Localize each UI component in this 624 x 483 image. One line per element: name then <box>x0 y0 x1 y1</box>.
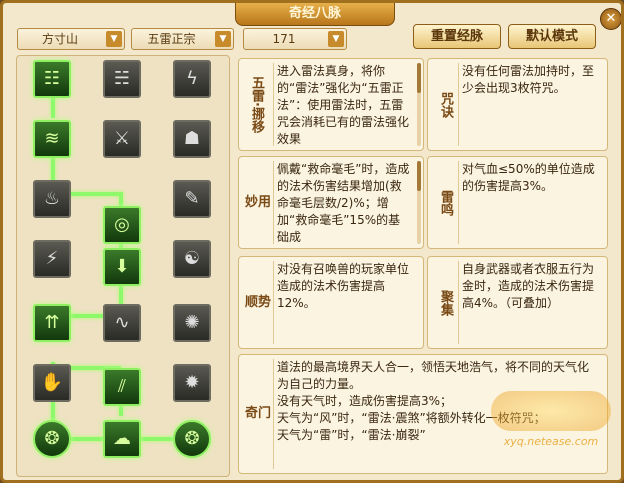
hand-icon: ✋ <box>40 372 64 393</box>
meridian-node[interactable]: ☯ <box>173 240 211 278</box>
scrollbar[interactable] <box>417 161 421 244</box>
gear-rune-icon: ✹ <box>184 372 200 393</box>
skill-card-zhoujue[interactable]: 咒诀 没有任何雷法加持时，至少会出现3枚符咒。 <box>427 58 608 151</box>
wind-rune-icon: ☷ <box>43 68 61 89</box>
lock-rune-icon: ☗ <box>183 128 201 149</box>
meridian-node[interactable]: ϟ <box>173 60 211 98</box>
lightning-rune-icon: ϟ <box>186 68 198 89</box>
meridian-node[interactable]: ☗ <box>173 120 211 158</box>
meridian-node[interactable]: ✺ <box>173 304 211 342</box>
skill-card-juji[interactable]: 聚集 自身武器或者衣服五行为金时，造成的法术伤害提高4%。（可叠加） <box>427 256 608 349</box>
meridian-node[interactable]: ⬇ <box>103 248 141 286</box>
swirl-icon: ◎ <box>114 214 130 235</box>
watermark-logo: xyq.netease.com <box>481 391 621 451</box>
flame-icon: ♨ <box>43 188 61 209</box>
sword-icon: ⚔ <box>113 128 131 149</box>
cloud-swirl-icon: ❂ <box>184 428 200 449</box>
meridian-node[interactable]: ☁ <box>103 420 141 458</box>
skill-card-label: 五雷·挪移 <box>249 76 264 133</box>
skill-card-description: 自身武器或者衣服五行为金时，造成的法术伤害提高4%。（可叠加） <box>462 262 595 310</box>
skill-card-label: 妙用 <box>244 194 271 210</box>
school-select[interactable]: 方寸山 ▼ <box>17 28 125 50</box>
meridian-node[interactable]: ❂ <box>173 420 211 458</box>
yin-yang-icon: ☯ <box>183 248 201 269</box>
skill-card-description: 对气血≤50%的单位造成的伤害提高3%。 <box>462 162 595 193</box>
meridian-node[interactable]: ❂ <box>33 420 71 458</box>
cloud-swirl-icon: ❂ <box>44 428 60 449</box>
level-select-value: 171 <box>272 32 296 46</box>
skill-card-description: 进入雷法真身，将你的“雷法”强化为“五雷正法”：使用雷法时，五雷咒会消耗已有的雷… <box>277 64 410 146</box>
meridian-node[interactable]: ⚔ <box>103 120 141 158</box>
branch-select[interactable]: 五雷正宗 ▼ <box>131 28 234 50</box>
wheel-icon: ✺ <box>184 312 200 333</box>
meridian-node[interactable]: ☵ <box>103 60 141 98</box>
thunder-bolt-icon: ⚡ <box>45 248 59 269</box>
branch-select-value: 五雷正宗 <box>147 32 196 46</box>
chevron-down-icon: ▼ <box>215 31 231 47</box>
meridian-node[interactable]: ✋ <box>33 364 71 402</box>
skill-card-description: 佩戴“救命毫毛”时，造成的法术伤害结果增加(救命毫毛层数/2)%；增加“救命毫毛… <box>277 162 410 244</box>
skill-card-label: 咒诀 <box>438 91 453 118</box>
meridian-node[interactable]: ◎ <box>103 206 141 244</box>
meridian-node[interactable]: ⚡ <box>33 240 71 278</box>
level-select[interactable]: 171 ▼ <box>243 28 347 50</box>
skill-card-description: 没有任何雷法加持时，至少会出现3枚符咒。 <box>462 64 595 95</box>
window-title: 奇经八脉 <box>235 3 395 26</box>
meridian-node[interactable]: ∿ <box>103 304 141 342</box>
feather-icon: ✎ <box>184 188 200 209</box>
close-button[interactable]: ✕ <box>600 8 621 30</box>
meridian-node[interactable]: ⇈ <box>33 304 71 342</box>
wave-icon: ∿ <box>114 312 130 333</box>
skill-card-label: 奇门 <box>244 406 271 421</box>
arrows-up-icon: ⇈ <box>44 312 60 333</box>
scrollbar[interactable] <box>417 63 421 146</box>
meridian-node[interactable]: ☷ <box>33 60 71 98</box>
chevron-down-icon: ▼ <box>106 31 122 47</box>
skill-card-leiming[interactable]: 雷鸣 对气血≤50%的单位造成的伤害提高3%。 <box>427 156 608 249</box>
school-select-value: 方寸山 <box>41 32 78 46</box>
default-mode-button[interactable]: 默认模式 <box>508 24 596 49</box>
meridian-node[interactable]: ⫽ <box>103 368 141 406</box>
arrow-down-icon: ⬇ <box>114 256 130 277</box>
talisman-icon: ≋ <box>44 128 60 149</box>
claw-icon: ⫽ <box>117 376 127 397</box>
skill-card-shunshi[interactable]: 顺势 对没有召唤兽的玩家单位造成的法术伤害提高12%。 <box>238 256 424 349</box>
close-icon: ✕ <box>605 11 617 26</box>
skill-card-wulei-nuoyi[interactable]: 五雷·挪移 进入雷法真身，将你的“雷法”强化为“五雷正法”：使用雷法时，五雷咒会… <box>238 58 424 151</box>
scroll-rune-icon: ☵ <box>113 68 131 89</box>
skill-card-label: 顺势 <box>244 294 271 310</box>
meridian-node[interactable]: ✎ <box>173 180 211 218</box>
skill-card-description: 对没有召唤兽的玩家单位造成的法术伤害提高12%。 <box>277 262 410 310</box>
watermark-url: xyq.netease.com <box>503 435 599 448</box>
meridian-window: 奇经八脉 ✕ 方寸山 ▼ 五雷正宗 ▼ 171 ▼ 重置经脉 默认模式 ☷ ☵ … <box>0 0 624 483</box>
skill-card-miaoyong[interactable]: 妙用 佩戴“救命毫毛”时，造成的法术伤害结果增加(救命毫毛层数/2)%；增加“救… <box>238 156 424 249</box>
skill-card-label: 雷鸣 <box>438 189 453 216</box>
meridian-node[interactable]: ✹ <box>173 364 211 402</box>
meridian-node[interactable]: ♨ <box>33 180 71 218</box>
chevron-down-icon: ▼ <box>328 31 344 47</box>
meridian-node[interactable]: ≋ <box>33 120 71 158</box>
spirit-icon: ☁ <box>113 428 131 449</box>
reset-meridian-button[interactable]: 重置经脉 <box>413 24 501 49</box>
meridian-node-grid: ☷ ☵ ϟ ≋ ⚔ ☗ ♨ ◎ ✎ ⚡ ⬇ ☯ ⇈ ∿ ✺ ✋ ⫽ ✹ ❂ ☁ … <box>16 55 230 477</box>
skill-card-label: 聚集 <box>438 289 453 316</box>
